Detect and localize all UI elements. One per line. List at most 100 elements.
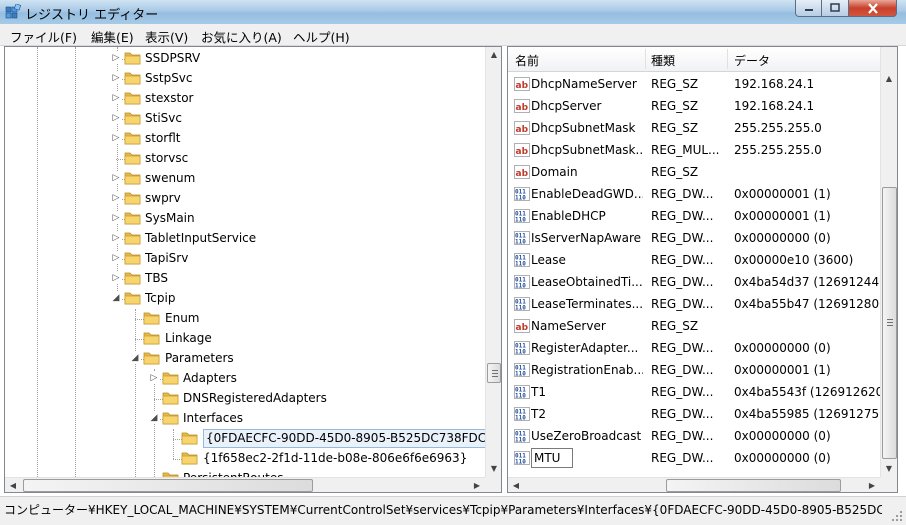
tree-item[interactable]: ▷ SysMain [5, 209, 485, 229]
table-row[interactable]: 011 110 MTU REG_DW... 0x00000000 (0) [508, 447, 880, 469]
table-row[interactable]: ab DhcpServer REG_SZ 192.168.24.1 [508, 95, 880, 117]
folder-icon [181, 450, 199, 466]
menu-favorites[interactable]: お気に入り(A) [201, 27, 282, 46]
collapsed-arrow-icon[interactable]: ▷ [111, 112, 121, 124]
maximize-button[interactable] [822, 0, 849, 17]
scroll-down-icon[interactable]: ▼ [881, 461, 897, 477]
expanded-arrow-icon[interactable]: ◢ [130, 352, 140, 364]
table-row[interactable]: 011 110 LeaseObtainedTi... REG_DW... 0x4ba54… [508, 271, 880, 293]
svg-text:110: 110 [515, 239, 526, 246]
tree-item[interactable]: ▷ SstpSvc [5, 69, 485, 89]
column-divider[interactable] [645, 49, 646, 69]
list-hscroll-thumb[interactable] [666, 479, 841, 492]
table-row[interactable]: 011 110 EnableDHCP REG_DW... 0x00000001 (1) [508, 205, 880, 227]
tree-item[interactable]: DNSRegisteredAdapters [5, 389, 485, 409]
table-row[interactable]: ab Domain REG_SZ [508, 161, 880, 183]
value-name: RegisterAdapter... [531, 341, 639, 355]
tree-item[interactable]: ▷ TBS [5, 269, 485, 289]
tree-item[interactable]: ▷ storflt [5, 129, 485, 149]
folder-icon [124, 170, 142, 186]
tree-item[interactable]: ▷ SSDPSRV [5, 49, 485, 69]
tree-horizontal-scrollbar[interactable]: ◀ ▶ [5, 477, 485, 492]
title-bar[interactable]: レジストリ エディター [0, 0, 906, 24]
tree-item[interactable]: {1f658ec2-2f1d-11de-b08e-806e6f6e6963} [5, 449, 485, 469]
table-row[interactable]: 011 110 T2 REG_DW... 0x4ba55985 (126912755 [508, 403, 880, 425]
collapsed-arrow-icon[interactable]: ▷ [111, 172, 121, 184]
scroll-left-icon[interactable]: ◀ [508, 478, 524, 492]
menu-help[interactable]: ヘルプ(H) [293, 27, 350, 46]
column-header-data[interactable]: データ [734, 52, 770, 69]
list-vertical-scrollbar[interactable]: ▲ ▼ [880, 47, 897, 477]
collapsed-arrow-icon[interactable]: ▷ [111, 252, 121, 264]
table-row[interactable]: 011 110 IsServerNapAware REG_DW... 0x0000000… [508, 227, 880, 249]
menu-view[interactable]: 表示(V) [145, 27, 188, 46]
close-button[interactable] [849, 0, 897, 17]
collapsed-arrow-icon[interactable]: ▷ [111, 212, 121, 224]
collapsed-arrow-icon[interactable]: ▷ [111, 232, 121, 244]
table-row[interactable]: ab NameServer REG_SZ [508, 315, 880, 337]
table-row[interactable]: 011 110 RegisterAdapter... REG_DW... 0x00000… [508, 337, 880, 359]
table-row[interactable]: ab DhcpSubnetMask... REG_MUL... 255.255.255… [508, 139, 880, 161]
tree-item[interactable]: PersistentRoutes [5, 469, 485, 477]
table-row[interactable]: ab DhcpSubnetMask REG_SZ 255.255.255.0 [508, 117, 880, 139]
scroll-down-icon[interactable]: ▼ [486, 461, 501, 477]
column-divider[interactable] [727, 49, 728, 69]
tree-hscroll-thumb[interactable] [23, 479, 313, 492]
binary-value-icon: 011 110 [514, 187, 530, 202]
tree-item[interactable]: ▷ StiSvc [5, 109, 485, 129]
collapsed-arrow-icon[interactable]: ▷ [111, 132, 121, 144]
collapsed-arrow-icon[interactable]: ▷ [111, 192, 121, 204]
column-header-type[interactable]: 種類 [651, 52, 675, 69]
tree-item[interactable]: ▷ swprv [5, 189, 485, 209]
folder-icon [162, 410, 180, 426]
minimize-button[interactable] [795, 0, 822, 17]
tree-item[interactable]: {0FDAECFC-90DD-45D0-8905-B525DC738FDC} [5, 429, 485, 449]
table-row[interactable]: ab DhcpNameServer REG_SZ 192.168.24.1 [508, 73, 880, 95]
table-row[interactable]: 011 110 RegistrationEnab... REG_DW... 0x0000… [508, 359, 880, 381]
table-row[interactable]: 011 110 Lease REG_DW... 0x00000e10 (3600) [508, 249, 880, 271]
tree-vertical-scrollbar[interactable]: ▲ ▼ [485, 47, 501, 477]
tree-scroll-thumb[interactable] [487, 363, 501, 383]
tree-item[interactable]: ▷ Adapters [5, 369, 485, 389]
tree-item[interactable]: ◢ Interfaces [5, 409, 485, 429]
collapsed-arrow-icon[interactable]: ▷ [111, 52, 121, 64]
tree-item[interactable]: storvsc [5, 149, 485, 169]
table-row[interactable]: 011 110 LeaseTerminates... REG_DW... 0x4ba55… [508, 293, 880, 315]
scroll-left-icon[interactable]: ◀ [5, 478, 21, 492]
svg-text:ab: ab [516, 169, 529, 179]
collapsed-arrow-icon[interactable]: ▷ [111, 72, 121, 84]
value-list-pane[interactable]: 名前 種類 データ ab DhcpNameServer REG_SZ 192.168.… [507, 46, 898, 493]
collapsed-arrow-icon[interactable]: ▷ [111, 92, 121, 104]
list-scroll-thumb[interactable] [882, 187, 897, 459]
resize-grip-icon[interactable] [890, 509, 904, 523]
expanded-arrow-icon[interactable]: ◢ [111, 292, 121, 304]
column-header-name[interactable]: 名前 [515, 52, 539, 69]
table-row[interactable]: 011 110 UseZeroBroadcast REG_DW... 0x0000000… [508, 425, 880, 447]
collapsed-arrow-icon[interactable]: ▷ [149, 372, 159, 384]
tree-item[interactable]: ◢ Parameters [5, 349, 485, 369]
key-tree-pane[interactable]: ▷ SSDPSRV ▷ SstpSvc ▷ stexstor ▷ StiSvc ▷ storflt… [4, 46, 502, 493]
scroll-up-icon[interactable]: ▲ [486, 47, 501, 63]
list-horizontal-scrollbar[interactable]: ◀ ▶ [508, 477, 880, 492]
tree-item[interactable]: ◢ Tcpip [5, 289, 485, 309]
menu-file[interactable]: ファイル(F) [10, 27, 77, 46]
rename-input[interactable]: MTU [531, 448, 573, 468]
scroll-right-icon[interactable]: ▶ [469, 478, 485, 492]
table-row[interactable]: 011 110 T1 REG_DW... 0x4ba5543f (1269126207 [508, 381, 880, 403]
tree-item-label: {1f658ec2-2f1d-11de-b08e-806e6f6e6963} [203, 451, 468, 465]
tree-item[interactable]: ▷ TabletInputService [5, 229, 485, 249]
folder-icon [124, 150, 142, 166]
tree-item[interactable]: ▷ swenum [5, 169, 485, 189]
tree-item[interactable]: Enum [5, 309, 485, 329]
tree-item[interactable]: ▷ stexstor [5, 89, 485, 109]
menu-edit[interactable]: 編集(E) [91, 27, 134, 46]
tree-item-label: {0FDAECFC-90DD-45D0-8905-B525DC738FDC} [203, 429, 485, 448]
scroll-up-icon[interactable]: ▲ [881, 71, 897, 87]
tree-item[interactable]: ▷ TapiSrv [5, 249, 485, 269]
table-row[interactable]: 011 110 EnableDeadGWD... REG_DW... 0x0000000… [508, 183, 880, 205]
expanded-arrow-icon[interactable]: ◢ [149, 412, 159, 424]
tree-item-label: Parameters [165, 351, 234, 365]
tree-item[interactable]: Linkage [5, 329, 485, 349]
scroll-right-icon[interactable]: ▶ [864, 478, 880, 492]
collapsed-arrow-icon[interactable]: ▷ [111, 272, 121, 284]
